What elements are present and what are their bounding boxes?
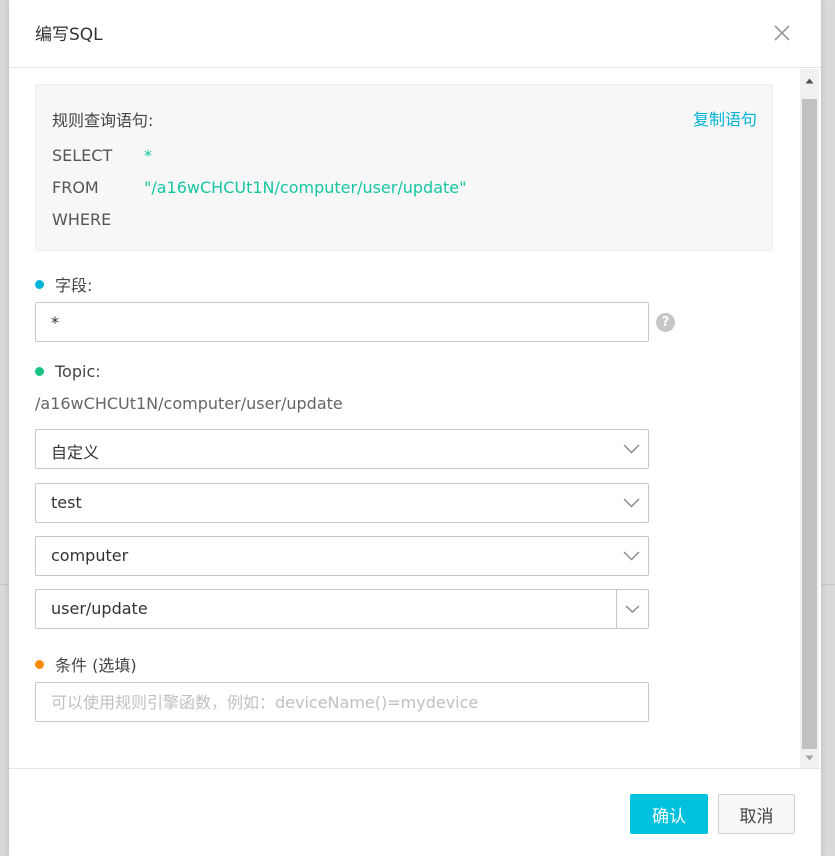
scroll-up-button[interactable]: [800, 73, 819, 89]
select-value: test: [51, 493, 82, 512]
backdrop-divider: [821, 584, 835, 585]
scroll-down-button[interactable]: [800, 750, 819, 766]
dialog-body: 规则查询语句: 复制语句 SELECT * FROM "/a16wCHCUt1N…: [9, 69, 821, 768]
sql-preview-panel: 规则查询语句: 复制语句 SELECT * FROM "/a16wCHCUt1N…: [35, 84, 773, 251]
topic-select[interactable]: user/update: [35, 589, 649, 629]
select-value: computer: [51, 546, 129, 565]
scrollbar[interactable]: [800, 69, 819, 768]
condition-label-text: 条件 (选填): [55, 656, 137, 675]
chevron-down-icon: [623, 444, 640, 454]
help-icon[interactable]: ?: [656, 313, 675, 332]
chevron-down-icon: [623, 551, 640, 561]
fields-dot-icon: [35, 279, 44, 289]
sql-select-keyword: SELECT: [52, 146, 113, 165]
scrollbar-thumb[interactable]: [802, 99, 817, 749]
device-select[interactable]: computer: [35, 536, 649, 576]
topic-type-select[interactable]: 自定义: [35, 429, 649, 469]
dropdown-toggle[interactable]: [616, 590, 648, 628]
sql-select-value: *: [144, 146, 152, 165]
chevron-down-icon: [625, 605, 640, 613]
sql-editor-dialog: 编写SQL 规则查询语句: 复制语句 SELECT * FROM "/a16wC…: [9, 0, 821, 856]
close-button[interactable]: [771, 22, 793, 44]
topic-label-text: Topic:: [55, 362, 101, 381]
fields-label: 字段:: [35, 272, 92, 296]
dialog-title: 编写SQL: [35, 25, 103, 45]
fields-input[interactable]: [35, 302, 649, 342]
topic-path: /a16wCHCUt1N/computer/user/update: [35, 394, 343, 413]
chevron-down-icon: [623, 498, 640, 508]
dialog-header: 编写SQL: [9, 0, 821, 68]
copy-statement-link[interactable]: 复制语句: [693, 106, 757, 130]
backdrop-divider: [0, 584, 9, 585]
triangle-down-icon: [805, 755, 814, 761]
condition-dot-icon: [35, 659, 44, 669]
cancel-button[interactable]: 取消: [718, 794, 795, 834]
select-value: user/update: [51, 599, 148, 618]
dialog-footer: 确认 取消: [9, 768, 821, 856]
topic-dot-icon: [35, 367, 44, 376]
sql-where-keyword: WHERE: [52, 210, 112, 229]
condition-input[interactable]: [35, 682, 649, 722]
sql-from-value: "/a16wCHCUt1N/computer/user/update": [144, 178, 467, 197]
product-select[interactable]: test: [35, 483, 649, 523]
triangle-up-icon: [805, 78, 814, 84]
close-icon: [774, 25, 790, 41]
select-value: 自定义: [51, 443, 100, 462]
confirm-button[interactable]: 确认: [630, 794, 708, 834]
sql-from-keyword: FROM: [52, 178, 99, 197]
topic-label: Topic:: [35, 362, 101, 381]
condition-label: 条件 (选填): [35, 652, 137, 676]
fields-label-text: 字段:: [55, 276, 93, 295]
sql-preview-title: 规则查询语句:: [52, 111, 154, 130]
